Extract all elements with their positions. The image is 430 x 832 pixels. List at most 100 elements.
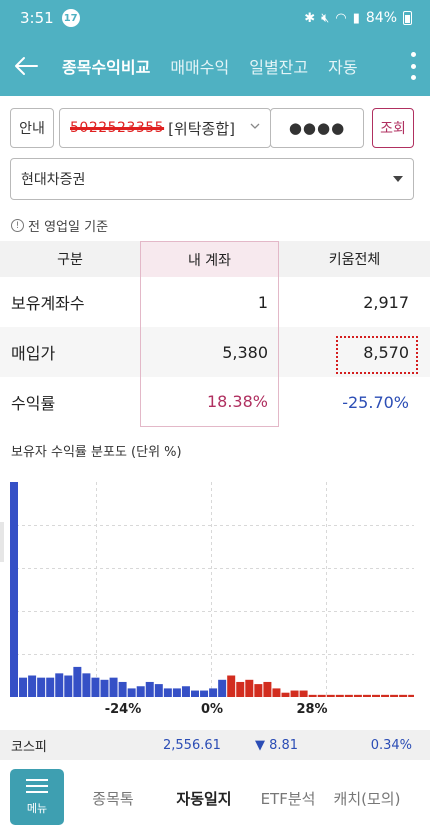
nav-auto-journal[interactable]: 자동일지 (176, 788, 231, 809)
distribution-bar (236, 681, 245, 697)
distribution-bar (281, 692, 290, 697)
distribution-bar (317, 694, 326, 697)
basis-note-text: 전 영업일 기준 (28, 220, 109, 235)
distribution-bar (200, 690, 209, 697)
x-tick-label: -24% (104, 702, 142, 717)
query-button[interactable]: 조회 (372, 108, 414, 148)
distribution-bar (245, 679, 254, 697)
tab-trading-profit[interactable]: 매매수익 (160, 54, 239, 78)
mute-icon: 🔇︎ (321, 10, 330, 26)
password-field[interactable]: ●●●● (270, 108, 364, 148)
distribution-bar (308, 694, 317, 697)
tab-auto[interactable]: 자동 (318, 54, 367, 78)
my-value: 1 (140, 277, 279, 327)
index-change: ▼ 8.81 (255, 737, 299, 753)
signal-icon: ▮ (352, 10, 360, 26)
distribution-bar (399, 694, 408, 697)
x-tick-label: 28% (296, 702, 328, 717)
row-label: 보유계좌수 (11, 294, 85, 313)
distribution-bar (227, 675, 236, 697)
guide-button[interactable]: 안내 (10, 108, 54, 148)
tab-daily-balance[interactable]: 일별잔고 (239, 54, 318, 78)
distribution-bar (390, 694, 399, 697)
distribution-bar (272, 688, 281, 697)
table-row: 보유계좌수 1 2,917 (0, 277, 430, 327)
table-header-row: 구분 내 계좌 키움전체 (0, 241, 430, 277)
nav-etf-analysis[interactable]: ETF분석 (261, 788, 316, 809)
distribution-bar (37, 677, 46, 697)
distribution-bar (55, 673, 64, 697)
nav-stock-talk[interactable]: 종목톡 (92, 788, 133, 809)
chart-x-axis: -24% 0% 28% (10, 702, 414, 720)
account-number: 5022523355 (70, 120, 165, 136)
comparison-table: 구분 내 계좌 키움전체 보유계좌수 1 2,917 매입가 5,380 8,5… (0, 241, 430, 427)
my-value: 5,380 (140, 327, 279, 377)
distribution-bar (172, 688, 181, 697)
row-label: 매입가 (11, 344, 56, 363)
row-label: 수익률 (11, 394, 56, 413)
menu-label: 메뉴 (26, 801, 48, 815)
distribution-bar (136, 686, 145, 697)
distribution-bar (145, 681, 154, 697)
distribution-bar (100, 679, 109, 697)
back-arrow-icon (15, 57, 38, 75)
distribution-bar (263, 681, 272, 697)
nav-catch-mock[interactable]: 캐치(모의) (334, 788, 401, 809)
index-value: 2,556.61 (163, 737, 221, 753)
distribution-bar (353, 694, 362, 697)
distribution-bar (299, 690, 308, 697)
tab-stock-return-compare[interactable]: 종목수익비교 (52, 54, 160, 78)
app-header: 종목수익비교 매매수익 일별잔고 자동 (0, 36, 430, 96)
distribution-bar (344, 694, 353, 697)
distribution-bar (209, 688, 218, 697)
header-category: 구분 (57, 252, 83, 268)
scroll-handle[interactable] (0, 522, 4, 562)
distribution-bar (408, 694, 414, 697)
distribution-bar (362, 694, 371, 697)
distribution-bar (46, 677, 55, 697)
highlight-box (336, 336, 418, 374)
distribution-bar (64, 675, 73, 697)
distribution-bar (381, 694, 390, 697)
back-button[interactable] (0, 36, 52, 96)
hamburger-icon (26, 778, 48, 793)
all-value: 2,917 (363, 292, 409, 312)
distribution-bar (127, 688, 136, 697)
distribution-bar (326, 694, 335, 697)
return-distribution-chart (10, 482, 414, 697)
broker-selected-value: 현대차증권 (21, 172, 86, 188)
clock: 3:51 (20, 9, 54, 27)
index-ticker[interactable]: 코스피 2,556.61 ▼ 8.81 0.34% (0, 730, 430, 760)
info-icon: ! (11, 219, 24, 232)
distribution-bar (181, 686, 190, 697)
distribution-bar (10, 482, 18, 697)
bottom-nav: 메뉴 종목톡 자동일지 ETF분석 캐치(모의) (0, 760, 430, 832)
table-row: 매입가 5,380 8,570 (0, 327, 430, 377)
table-row: 수익률 18.38% -25.70% (0, 377, 430, 427)
notification-badge: 17 (61, 9, 80, 27)
broker-select[interactable]: 현대차증권 (10, 158, 414, 200)
bluetooth-icon: ✱ (304, 10, 316, 26)
distribution-bar (372, 694, 380, 697)
status-icons: ✱ 🔇︎ ◠ ▮ 84% (304, 10, 412, 26)
distribution-bar (118, 681, 127, 697)
menu-button[interactable]: 메뉴 (10, 769, 64, 825)
header-my-account: 내 계좌 (140, 241, 279, 277)
chevron-down-icon (250, 123, 260, 129)
wifi-icon: ◠ (335, 10, 347, 26)
battery-level: 84% (365, 10, 397, 26)
account-select[interactable]: 5022523355 [위탁종합] (59, 108, 271, 148)
x-tick-label: 0% (200, 702, 224, 717)
distribution-bar (254, 684, 263, 697)
dropdown-caret-icon (393, 176, 403, 182)
distribution-bar (91, 677, 100, 697)
distribution-bar (218, 679, 227, 697)
index-name: 코스피 (11, 739, 47, 755)
index-percent: 0.34% (370, 737, 412, 753)
distribution-bar (109, 677, 118, 697)
distribution-title: 보유자 수익률 분포도 (단위 %) (11, 445, 182, 460)
distribution-bar (191, 690, 199, 697)
more-menu-icon[interactable] (410, 52, 416, 80)
header-kiwoom-all: 키움전체 (328, 252, 381, 268)
distribution-bar (335, 694, 344, 697)
